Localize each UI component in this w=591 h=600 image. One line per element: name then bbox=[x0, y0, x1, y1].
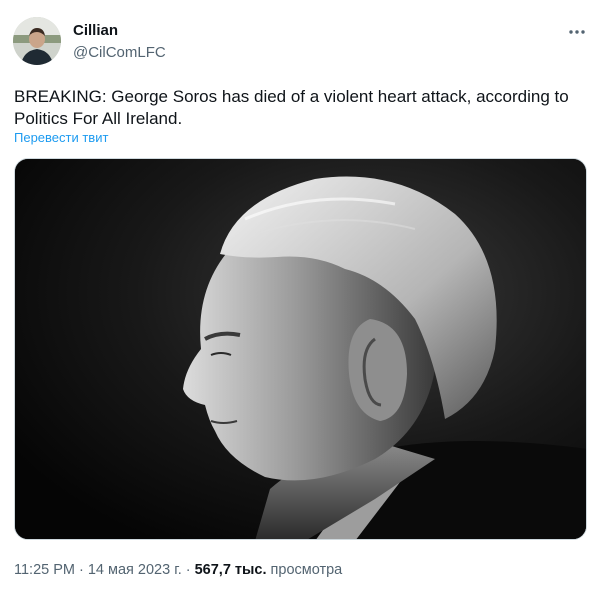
author-name[interactable]: Cillian bbox=[73, 22, 118, 40]
translate-tweet-link[interactable]: Перевести твит bbox=[14, 130, 108, 146]
views-count[interactable]: 567,7 тыс. bbox=[195, 562, 267, 578]
tweet-text: BREAKING: George Soros has died of a vio… bbox=[14, 87, 569, 128]
more-horizontal-icon bbox=[569, 30, 585, 34]
tweet-meta: 11:25 PM · 14 мая 2023 г. · 567,7 тыс. просм… bbox=[14, 561, 342, 579]
tweet-time[interactable]: 11:25 PM bbox=[14, 562, 75, 578]
author-handle[interactable]: @CilComLFC bbox=[73, 44, 166, 62]
meta-separator: · bbox=[185, 562, 191, 578]
avatar[interactable] bbox=[13, 17, 61, 65]
tweet: Cillian @CilComLFC BREAKING: George Soro… bbox=[0, 0, 591, 600]
tweet-photo[interactable] bbox=[14, 158, 587, 540]
portrait-photo bbox=[15, 159, 586, 539]
views-label: просмотра bbox=[270, 562, 343, 578]
meta-separator: · bbox=[79, 562, 84, 578]
more-options-button[interactable] bbox=[566, 22, 588, 42]
tweet-date[interactable]: 14 мая 2023 г. bbox=[88, 562, 182, 578]
